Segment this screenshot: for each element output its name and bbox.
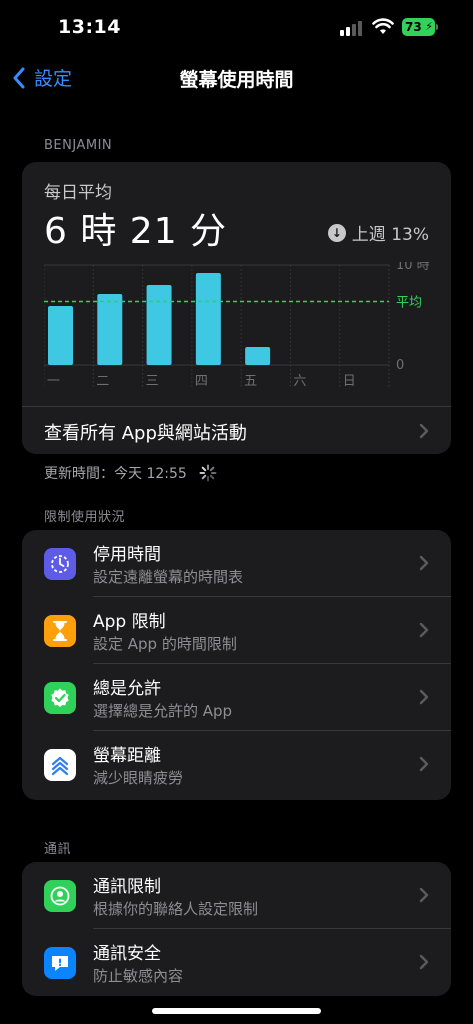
- x-tick-label: 四: [195, 374, 208, 389]
- daily-average-value: 6 時 21 分: [44, 211, 228, 252]
- downtime-title: 停用時間: [93, 545, 161, 565]
- app-limits-title: App 限制: [93, 612, 166, 632]
- user-section-label: BENJAMIN: [44, 138, 113, 153]
- x-tick-label: 三: [146, 374, 159, 389]
- home-indicator[interactable]: [152, 1008, 321, 1014]
- downtime-subtitle: 設定遠離螢幕的時間表: [93, 568, 244, 586]
- chevron-right-icon: [419, 555, 429, 571]
- usage-bar-0: [48, 306, 73, 365]
- communication-limits-title: 通訊限制: [93, 877, 161, 897]
- screen-time-summary-card[interactable]: 每日平均 6 時 21 分 ↓ 上週 13% 平均 10 時 0 一 二 三 四 五 六 日 查看…: [22, 162, 451, 454]
- hourglass-icon: [44, 615, 76, 647]
- person-circle-icon: [44, 880, 76, 912]
- app-limits-subtitle: 設定 App 的時間限制: [93, 635, 237, 653]
- app-limits-row[interactable]: App 限制 設定 App 的時間限制: [22, 597, 451, 664]
- chevrons-up-icon: [44, 749, 76, 781]
- checkmark-seal-icon: [44, 682, 76, 714]
- page-title: 螢幕使用時間: [179, 69, 294, 91]
- chevron-right-icon: [419, 622, 429, 638]
- always-allowed-subtitle: 選擇總是允許的 App: [93, 702, 233, 720]
- x-tick-label: 一: [47, 374, 60, 389]
- chevron-right-icon: [419, 689, 429, 705]
- battery-icon: 73 ⚡: [402, 18, 435, 36]
- chevron-right-icon: [419, 887, 429, 903]
- usage-bar-4: [245, 347, 271, 365]
- usage-bar-1: [97, 294, 123, 365]
- x-tick-label: 二: [96, 374, 109, 389]
- usage-bar-3: [195, 273, 221, 365]
- status-time: 13:14: [58, 16, 121, 38]
- message-warning-icon: [44, 947, 76, 979]
- moon-clock-icon: [44, 548, 76, 580]
- arrow-down-circle-icon: ↓: [327, 223, 346, 242]
- chevron-right-icon: [419, 423, 429, 439]
- navigation-bar: 設定 螢幕使用時間: [0, 56, 473, 100]
- cellular-signal-icon: [340, 20, 364, 36]
- see-all-activity-label: 查看所有 App與網站活動: [44, 423, 247, 444]
- communication-safety-title: 通訊安全: [93, 944, 161, 964]
- always-allowed-row[interactable]: 總是允許 選擇總是允許的 App: [22, 664, 451, 731]
- communication-section-label: 通訊: [44, 842, 72, 857]
- downtime-row[interactable]: 停用時間 設定遠離螢幕的時間表: [22, 530, 451, 597]
- usage-bar-chart[interactable]: 平均 10 時 0 一 二 三 四 五 六 日: [44, 262, 439, 392]
- x-tick-label: 五: [244, 374, 257, 389]
- weekly-trend-text: 上週 13%: [351, 225, 429, 245]
- average-label: 平均: [396, 296, 422, 311]
- weekly-trend: ↓ 上週 13%: [327, 220, 429, 245]
- screen-distance-row[interactable]: 螢幕距離 減少眼睛疲勞: [22, 731, 451, 798]
- wifi-icon: [372, 18, 394, 34]
- y-tick-label-max: 10 時: [396, 262, 430, 273]
- x-tick-label: 六: [293, 374, 306, 389]
- communication-list: 通訊限制 根據你的聯絡人設定限制 通訊安全 防止敏感內容: [22, 862, 451, 996]
- usage-bar-2: [146, 285, 172, 365]
- last-updated: 更新時間：今天 12:55: [44, 463, 217, 483]
- battery-nub: [436, 24, 438, 30]
- communication-safety-row[interactable]: 通訊安全 防止敏感內容: [22, 929, 451, 996]
- y-tick-label-min: 0: [396, 358, 404, 373]
- communication-limits-subtitle: 根據你的聯絡人設定限制: [93, 900, 259, 918]
- x-tick-label: 日: [343, 374, 356, 389]
- communication-limits-row[interactable]: 通訊限制 根據你的聯絡人設定限制: [22, 862, 451, 929]
- communication-safety-subtitle: 防止敏感內容: [93, 967, 184, 985]
- screen-distance-subtitle: 減少眼睛疲勞: [93, 769, 184, 787]
- see-all-activity-row[interactable]: 查看所有 App與網站活動: [22, 406, 451, 454]
- always-allowed-title: 總是允許: [93, 679, 161, 699]
- daily-average-label: 每日平均: [44, 183, 112, 203]
- last-updated-text: 更新時間：今天 12:55: [44, 466, 187, 482]
- limits-list: 停用時間 設定遠離螢幕的時間表 App 限制 設定 App 的時間限制 總是允許…: [22, 530, 451, 800]
- chevron-right-icon: [419, 756, 429, 772]
- status-bar: 13:14 73 ⚡: [0, 0, 473, 56]
- battery-level: 73: [405, 20, 422, 34]
- limits-section-label: 限制使用狀況: [44, 510, 126, 525]
- screen-distance-title: 螢幕距離: [93, 746, 161, 766]
- charging-bolt-icon: ⚡: [425, 20, 433, 33]
- chevron-right-icon: [419, 954, 429, 970]
- loading-spinner-icon: [199, 464, 217, 482]
